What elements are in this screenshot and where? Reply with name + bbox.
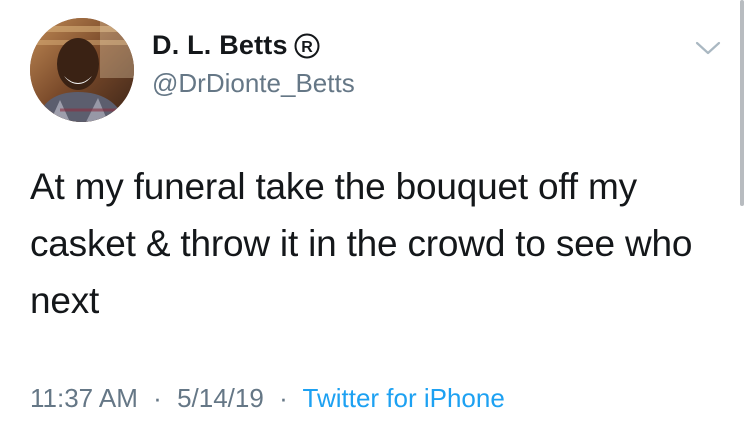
registered-trademark-icon: R — [294, 33, 320, 59]
scrollbar[interactable] — [740, 0, 744, 206]
avatar[interactable] — [30, 18, 134, 122]
svg-text:R: R — [301, 39, 313, 56]
name-row: D. L. Betts R — [152, 30, 320, 61]
tweet-date[interactable]: 5/14/19 — [177, 383, 264, 413]
meta-separator: · — [279, 383, 288, 413]
tweet-source-link[interactable]: Twitter for iPhone — [303, 383, 505, 413]
display-name[interactable]: D. L. Betts — [152, 30, 288, 61]
tweet-text: At my funeral take the bouquet off my ca… — [30, 166, 693, 321]
meta-separator: · — [153, 383, 162, 413]
avatar-image — [30, 18, 134, 122]
user-handle[interactable]: @DrDionte_Betts — [152, 68, 355, 99]
tweet-meta: 11:37 AM · 5/14/19 · Twitter for iPhone — [30, 383, 505, 414]
tweet-time: 11:37 AM — [30, 383, 138, 413]
tweet-card: D. L. Betts R @DrDionte_Betts At my fune… — [0, 0, 750, 425]
chevron-down-icon[interactable] — [693, 36, 723, 60]
